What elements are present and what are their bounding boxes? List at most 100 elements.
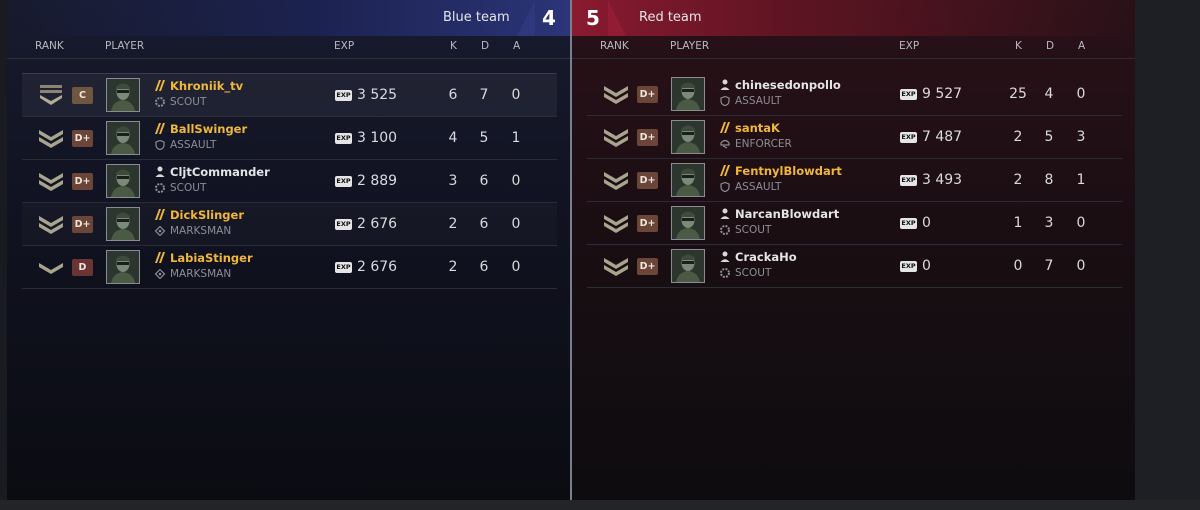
exp-icon: EXP (335, 90, 352, 101)
exp-value: 9 527 (922, 86, 963, 102)
rank-single-chevron-icon (37, 256, 65, 278)
grade-badge: D+ (637, 172, 658, 189)
player-name-text: NarcanBlowdart (735, 207, 840, 221)
player-list: D+ chinesedonpollo ASSAULT EXP 9 527 25 4 0 D+ sa… (587, 73, 1122, 288)
col-deaths[interactable]: D (481, 40, 489, 52)
exp-icon: EXP (900, 218, 917, 229)
column-headers: RANK PLAYER EXP K D A (7, 36, 570, 59)
grade-badge: D+ (72, 216, 93, 233)
player-avatar[interactable] (671, 206, 705, 240)
col-deaths[interactable]: D (1046, 40, 1054, 52)
col-kills[interactable]: K (1015, 40, 1022, 52)
deaths-value: 5 (1044, 129, 1054, 145)
deaths-value: 7 (479, 87, 489, 103)
col-player[interactable]: PLAYER (105, 40, 144, 52)
player-class-text: SCOUT (735, 224, 772, 236)
yellow-slash-icon (155, 123, 165, 134)
deaths-value: 8 (1044, 172, 1054, 188)
kills-value: 6 (448, 87, 458, 103)
crosshair-icon (154, 225, 166, 237)
player-name-text: FentnylBlowdart (735, 164, 842, 178)
player-avatar[interactable] (106, 164, 140, 198)
shield-icon (155, 139, 165, 151)
col-exp[interactable]: EXP (334, 40, 354, 52)
player-class-text: ASSAULT (735, 95, 782, 107)
col-rank[interactable]: RANK (35, 40, 64, 52)
col-kills[interactable]: K (450, 40, 457, 52)
player-row[interactable]: C Khroniik_tv SCOUT EXP 3 525 6 7 0 (22, 73, 557, 117)
exp-icon: EXP (900, 132, 917, 143)
rank-double-chevron-icon (37, 127, 65, 149)
player-row[interactable]: D LabiaStinger MARKSMAN EXP 2 676 2 6 0 (22, 246, 557, 289)
team-score: 5 (586, 6, 600, 30)
deaths-value: 7 (1044, 258, 1054, 274)
col-exp[interactable]: EXP (899, 40, 919, 52)
exp-icon: EXP (900, 175, 917, 186)
col-assists[interactable]: A (1078, 40, 1085, 52)
exp-value: 0 (922, 258, 931, 274)
person-icon (720, 208, 730, 219)
kills-value: 2 (1013, 172, 1023, 188)
player-row[interactable]: D+ FentnylBlowdart ASSAULT EXP 3 493 2 8 1 (587, 159, 1122, 202)
deaths-value: 6 (479, 173, 489, 189)
col-rank[interactable]: RANK (600, 40, 629, 52)
exp-value: 3 525 (357, 87, 398, 103)
rank-double-chevron-icon (602, 83, 630, 105)
player-class-text: ASSAULT (170, 139, 217, 151)
deaths-value: 3 (1044, 215, 1054, 231)
player-class-text: SCOUT (735, 267, 772, 279)
assists-value: 1 (1076, 172, 1086, 188)
team-score: 4 (542, 6, 556, 30)
player-avatar[interactable] (671, 163, 705, 197)
kills-value: 2 (1013, 129, 1023, 145)
deaths-value: 6 (479, 259, 489, 275)
player-row[interactable]: D+ chinesedonpollo ASSAULT EXP 9 527 25 4 0 (587, 73, 1122, 116)
assists-value: 0 (511, 216, 521, 232)
player-row[interactable]: D+ santaK ENFORCER EXP 7 487 2 5 3 (587, 116, 1122, 159)
player-row[interactable]: D+ CrackaHo SCOUT EXP 0 0 7 0 (587, 245, 1122, 288)
rank-double-chevron-icon (602, 169, 630, 191)
player-name-text: santaK (735, 121, 780, 135)
exp-icon: EXP (335, 133, 352, 144)
assists-value: 0 (1076, 215, 1086, 231)
player-class-text: SCOUT (170, 96, 207, 108)
player-avatar[interactable] (671, 77, 705, 111)
rank-double-chevron-icon (37, 213, 65, 235)
player-avatar[interactable] (106, 78, 140, 112)
grade-badge: D+ (72, 173, 93, 190)
kills-value: 25 (1009, 86, 1027, 102)
yellow-slash-icon (155, 252, 165, 263)
player-class-text: ENFORCER (735, 138, 792, 150)
yellow-slash-icon (720, 165, 730, 176)
player-row[interactable]: D+ NarcanBlowdart SCOUT EXP 0 1 3 0 (587, 202, 1122, 245)
col-assists[interactable]: A (513, 40, 520, 52)
player-avatar[interactable] (671, 249, 705, 283)
exp-icon: EXP (335, 176, 352, 187)
exp-value: 2 889 (357, 173, 398, 189)
player-avatar[interactable] (106, 121, 140, 155)
assists-value: 0 (1076, 258, 1086, 274)
player-class-text: MARKSMAN (170, 225, 232, 237)
exp-icon: EXP (335, 219, 352, 230)
player-name-text: LabiaStinger (170, 251, 253, 265)
kills-value: 2 (448, 259, 458, 275)
player-row[interactable]: D+ BallSwinger ASSAULT EXP 3 100 4 5 1 (22, 117, 557, 160)
player-avatar[interactable] (106, 250, 140, 284)
player-class-text: MARKSMAN (170, 268, 232, 280)
col-player[interactable]: PLAYER (670, 40, 709, 52)
side-margin (1135, 0, 1200, 510)
player-avatar[interactable] (671, 120, 705, 154)
person-icon (155, 166, 165, 177)
bottom-bar (0, 500, 1200, 510)
player-row[interactable]: D+ CljtCommander SCOUT EXP 2 889 3 6 0 (22, 160, 557, 203)
header-divider-accent (517, 0, 535, 36)
assists-value: 0 (511, 87, 521, 103)
exp-value: 0 (922, 215, 931, 231)
assists-value: 0 (511, 173, 521, 189)
rank-double-chevron-icon (602, 255, 630, 277)
assists-value: 0 (511, 259, 521, 275)
player-row[interactable]: D+ DickSlinger MARKSMAN EXP 2 676 2 6 0 (22, 203, 557, 246)
deaths-value: 5 (479, 130, 489, 146)
player-name-text: CljtCommander (170, 165, 270, 179)
player-avatar[interactable] (106, 207, 140, 241)
